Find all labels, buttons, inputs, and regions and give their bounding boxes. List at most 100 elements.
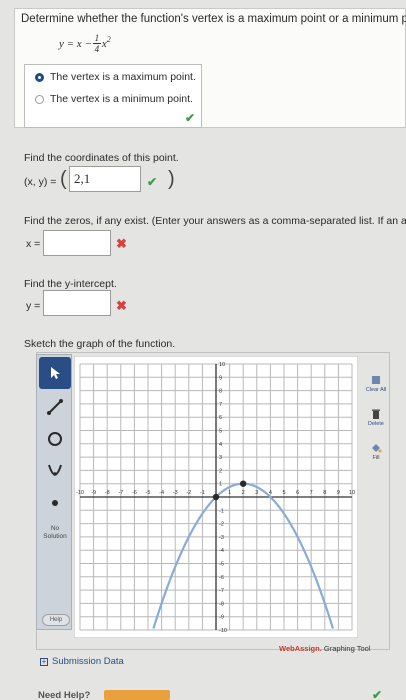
fill-button[interactable]: Fill [360, 442, 392, 461]
option-maximum[interactable]: The vertex is a maximum point. [35, 71, 196, 83]
brand-suffix: Graphing Tool [323, 644, 371, 653]
delete-label: Delete [368, 421, 384, 427]
fraction-denominator: 4 [94, 44, 100, 54]
no-solution-button[interactable]: No Solution [39, 519, 71, 547]
y-tick-label: -6 [219, 575, 224, 581]
zeros-input[interactable] [43, 230, 111, 256]
open-paren: ( [60, 168, 67, 190]
yintercept-prompt: Find the y-intercept. [24, 278, 117, 290]
x-tick-label: -3 [173, 490, 178, 496]
y-tick-label: 6 [219, 415, 222, 421]
line-tool[interactable] [39, 391, 71, 423]
yintercept-input[interactable] [43, 290, 111, 316]
x-tick-label: 3 [255, 490, 258, 496]
coords-lhs: (x, y) = [24, 176, 57, 188]
x-tick-label: -2 [186, 490, 191, 496]
function-exponent: 2 [106, 35, 111, 44]
x-tick-label: -6 [132, 490, 137, 496]
y-tick-label: 3 [219, 455, 222, 461]
line-segment-icon [47, 399, 63, 415]
zeros-lhs: x = [26, 238, 41, 250]
function-expression: y = x − 1 4 x2 [59, 33, 111, 54]
y-tick-label: 9 [219, 375, 222, 381]
brand-name: WebAssign. [279, 644, 322, 653]
y-tick-label: -5 [219, 562, 224, 568]
circle-tool[interactable] [39, 423, 71, 455]
function-lhs: y = x − [59, 37, 92, 50]
y-tick-label: -2 [219, 522, 224, 528]
y-tick-label: 8 [219, 389, 222, 395]
y-tick-label: -10 [219, 628, 227, 634]
need-help-label: Need Help? [38, 690, 91, 700]
no-solution-label: No Solution [43, 525, 67, 540]
pointer-icon [51, 367, 60, 379]
y-tick-label: 10 [219, 362, 225, 368]
paint-bucket-icon [372, 444, 382, 453]
graph-toolbox: No Solution [36, 354, 72, 630]
clear-all-label: Clear All [365, 387, 387, 393]
sketch-prompt: Sketch the graph of the function. [24, 338, 176, 350]
y-tick-label: -8 [219, 601, 224, 607]
fraction-numerator: 1 [94, 33, 100, 43]
submission-data-toggle[interactable]: + Submission Data [40, 656, 124, 667]
y-tick-label: 4 [219, 442, 222, 448]
x-tick-label: 6 [296, 490, 299, 496]
y-tick-label: -1 [219, 508, 224, 514]
radio-maximum[interactable] [35, 72, 44, 82]
check-icon: ✔ [372, 688, 383, 700]
coords-prompt: Find the coordinates of this point. [24, 152, 179, 164]
graph-canvas[interactable]: -10 -9 -8 -7 -6 -5 -4 -3 -2 -1 1 2 3 4 5 6 7 8 9 1010987654… [74, 356, 358, 638]
radio-minimum[interactable] [35, 94, 44, 104]
vertex-choice-box: The vertex is a maximum point. The verte… [24, 64, 202, 128]
close-paren: ) [168, 168, 175, 190]
x-tick-label: -7 [118, 490, 123, 496]
x-tick-label: -4 [159, 490, 164, 496]
y-tick-label: -4 [219, 548, 224, 554]
check-icon: ✔ [147, 175, 158, 189]
point-tool[interactable] [39, 487, 71, 519]
x-tick-label: 9 [337, 490, 340, 496]
help-bar[interactable] [104, 690, 170, 700]
y-tick-label: 7 [219, 402, 222, 408]
graph-right-controls: Clear All Delete Fill [360, 372, 392, 472]
fraction: 1 4 [92, 33, 101, 54]
point-icon [52, 500, 58, 506]
yintercept-lhs: y = [26, 300, 41, 312]
circle-icon [48, 432, 62, 446]
x-mark-icon: ✖ [116, 298, 127, 313]
delete-button[interactable]: Delete [360, 408, 392, 427]
plotted-point [212, 493, 220, 501]
x-mark-icon: ✖ [116, 236, 127, 251]
option-maximum-label: The vertex is a maximum point. [50, 71, 196, 83]
zeros-prompt: Find the zeros, if any exist. (Enter you… [24, 215, 406, 227]
clear-all-button[interactable]: Clear All [360, 374, 392, 393]
x-tick-label: -1 [200, 490, 205, 496]
option-minimum[interactable]: The vertex is a minimum point. [35, 93, 193, 105]
clear-all-icon [372, 376, 380, 384]
submission-data-label: Submission Data [52, 656, 124, 667]
check-icon: ✔ [185, 111, 196, 125]
y-tick-label: 1 [219, 482, 222, 488]
x-tick-label: -10 [76, 490, 84, 496]
pointer-tool[interactable] [39, 357, 71, 389]
parabola-tool[interactable] [39, 455, 71, 487]
question-text: Determine whether the function's vertex … [21, 13, 406, 25]
trash-icon [372, 409, 380, 419]
x-tick-label: 2 [242, 490, 245, 496]
help-button[interactable]: Help [42, 614, 70, 626]
x-tick-label: 1 [228, 490, 231, 496]
coords-input[interactable]: 2,1 [69, 166, 141, 192]
x-tick-label: 5 [282, 490, 285, 496]
plus-icon: + [40, 656, 48, 666]
option-minimum-label: The vertex is a minimum point. [50, 93, 193, 105]
y-tick-label: 2 [219, 468, 222, 474]
fill-label: Fill [372, 455, 380, 461]
x-tick-label: 10 [349, 490, 355, 496]
parabola-icon [48, 464, 62, 476]
plotted-point [240, 480, 247, 487]
y-tick-label: -7 [219, 588, 224, 594]
help-label: Help [49, 617, 63, 623]
y-tick-label: 5 [219, 429, 222, 435]
x-tick-label: -9 [91, 490, 96, 496]
x-tick-label: 7 [310, 490, 313, 496]
